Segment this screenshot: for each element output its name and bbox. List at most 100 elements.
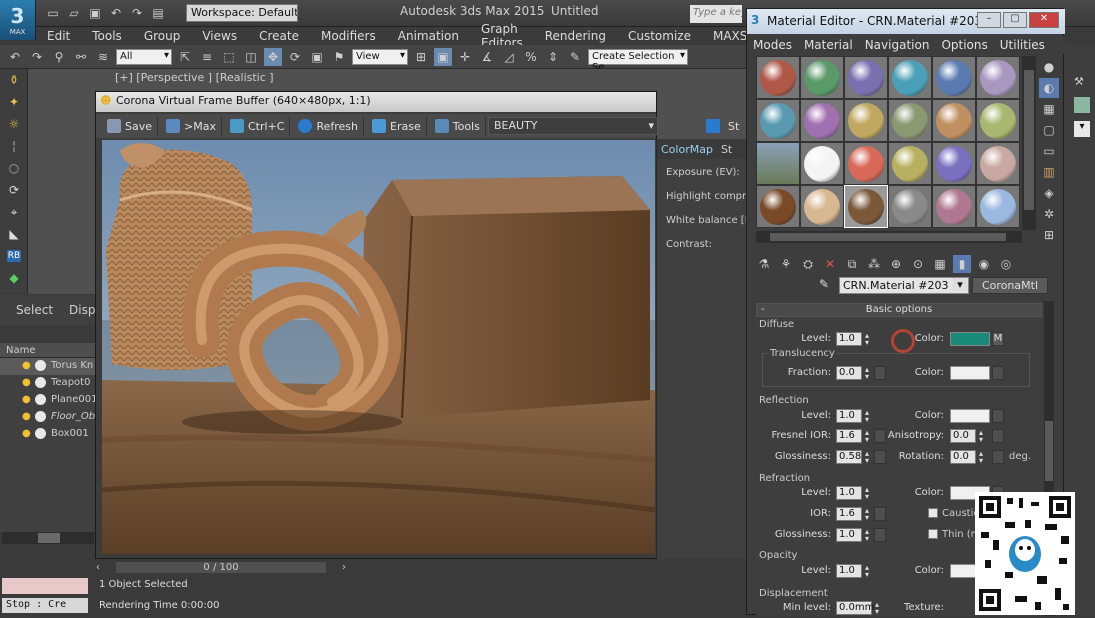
eyedropper-icon[interactable]: ✎ bbox=[819, 277, 835, 294]
material-slot[interactable] bbox=[756, 99, 800, 142]
erase-button[interactable]: Erase bbox=[367, 116, 427, 136]
refraction-level-spinner[interactable]: 1.0 bbox=[836, 486, 862, 500]
edit-named-selection-icon[interactable]: ✎ bbox=[566, 48, 584, 66]
color-toggle-icon[interactable] bbox=[706, 119, 720, 133]
spinner-arrows-icon[interactable]: ▴ ▾ bbox=[863, 409, 871, 424]
undo-icon[interactable]: ↶ bbox=[107, 4, 125, 22]
stats-tab-top[interactable]: St bbox=[728, 120, 739, 133]
menu-options[interactable]: Options bbox=[935, 38, 993, 52]
save-button[interactable]: Save bbox=[102, 116, 159, 136]
select-object-icon[interactable]: ⇱ bbox=[176, 48, 194, 66]
tab-select[interactable]: Select bbox=[0, 303, 61, 317]
light-bulb-icon[interactable]: ● bbox=[22, 377, 31, 388]
visibility-icon[interactable] bbox=[35, 411, 46, 422]
show-shaded-icon[interactable]: ▦ bbox=[931, 255, 949, 273]
stop-create-button[interactable]: Stop : Cre bbox=[2, 598, 88, 613]
material-slot[interactable] bbox=[844, 99, 888, 142]
new-file-icon[interactable]: ▭ bbox=[44, 4, 62, 22]
prev-frame-icon[interactable]: ‹ bbox=[96, 562, 116, 573]
scene-item[interactable]: ● Floor_Ob bbox=[0, 409, 96, 426]
percent-snap-icon[interactable]: % bbox=[522, 48, 540, 66]
close-button[interactable]: ✕ bbox=[1029, 12, 1059, 28]
material-slot[interactable] bbox=[932, 142, 976, 185]
menu-material[interactable]: Material bbox=[798, 38, 859, 52]
material-slot[interactable] bbox=[756, 142, 800, 185]
select-by-material-icon[interactable]: ✲ bbox=[1039, 204, 1059, 224]
menu-tools[interactable]: Tools bbox=[81, 29, 133, 43]
menu-modifiers[interactable]: Modifiers bbox=[310, 29, 387, 43]
get-material-icon[interactable]: ⚗ bbox=[755, 255, 773, 273]
chevron-down-icon[interactable]: ▾ bbox=[1074, 121, 1090, 137]
rect-selection-icon[interactable]: ⬚ bbox=[220, 48, 238, 66]
scene-item[interactable]: ● Box001 bbox=[0, 426, 96, 443]
fresnel-ior-spinner[interactable]: 1.6 bbox=[836, 429, 862, 443]
light-bulb-icon[interactable]: ● bbox=[22, 428, 31, 439]
reference-coord-dropdown[interactable]: View bbox=[352, 48, 408, 65]
select-move-icon[interactable]: ✥ bbox=[264, 47, 282, 66]
next-frame-icon[interactable]: › bbox=[326, 562, 346, 573]
spinner-arrows-icon[interactable]: ▴ ▾ bbox=[863, 564, 871, 579]
workspace-dropdown[interactable]: Workspace: Default bbox=[186, 4, 298, 22]
visibility-icon[interactable] bbox=[35, 377, 46, 388]
refraction-glossiness-map-button[interactable] bbox=[874, 528, 886, 542]
fraction-map-button[interactable] bbox=[874, 366, 886, 380]
send-to-max-button[interactable]: >Max bbox=[161, 116, 222, 136]
material-id-icon[interactable]: ⊙ bbox=[909, 255, 927, 273]
fraction-spinner[interactable]: 0.0 bbox=[836, 366, 862, 380]
material-slot[interactable] bbox=[800, 56, 844, 99]
time-slider[interactable]: ‹ 0 / 100 › bbox=[96, 560, 346, 574]
link-icon[interactable]: ⚲ bbox=[50, 48, 68, 66]
spinner-arrows-icon[interactable]: ▴ ▾ bbox=[873, 601, 881, 616]
background-icon[interactable]: ▦ bbox=[1039, 99, 1059, 119]
opacity-level-spinner[interactable]: 1.0 bbox=[836, 564, 862, 578]
translucency-color-swatch[interactable] bbox=[950, 366, 990, 380]
teapot-icon[interactable]: ⚱ bbox=[0, 69, 28, 91]
menu-customize[interactable]: Customize bbox=[617, 29, 702, 43]
material-slot[interactable] bbox=[844, 185, 888, 228]
sample-type-icon[interactable]: ● bbox=[1039, 57, 1059, 77]
video-color-check-icon[interactable]: ▭ bbox=[1039, 141, 1059, 161]
menu-group[interactable]: Group bbox=[133, 29, 192, 43]
save-icon[interactable]: ▣ bbox=[86, 4, 104, 22]
refresh-icon[interactable]: ⟳ bbox=[0, 179, 28, 201]
rotation-map-button[interactable] bbox=[992, 450, 1004, 464]
caustics-checkbox[interactable] bbox=[928, 508, 938, 518]
scene-item[interactable]: ● Plane001 bbox=[0, 392, 96, 409]
material-slot[interactable] bbox=[976, 99, 1020, 142]
material-slot[interactable] bbox=[756, 56, 800, 99]
material-slot[interactable] bbox=[932, 56, 976, 99]
material-slot[interactable] bbox=[844, 56, 888, 99]
spinner-arrows-icon[interactable]: ▴ ▾ bbox=[863, 507, 871, 522]
menu-create[interactable]: Create bbox=[248, 29, 310, 43]
menu-views[interactable]: Views bbox=[191, 29, 248, 43]
refraction-ior-spinner[interactable]: 1.6 bbox=[836, 507, 862, 521]
reset-map-icon[interactable]: ✕ bbox=[821, 255, 839, 273]
copy-button[interactable]: Ctrl+C bbox=[225, 116, 291, 136]
material-slot[interactable] bbox=[844, 142, 888, 185]
material-slot[interactable] bbox=[888, 142, 932, 185]
refraction-glossiness-spinner[interactable]: 1.0 bbox=[836, 528, 862, 542]
redo-icon[interactable]: ↷ bbox=[28, 48, 46, 66]
reflection-map-button[interactable] bbox=[992, 409, 1004, 423]
material-slot[interactable] bbox=[800, 185, 844, 228]
viewport-label[interactable]: [+] [Perspective ] [Realistic ] bbox=[115, 71, 274, 84]
tools-button[interactable]: Tools bbox=[430, 116, 486, 136]
select-rotate-icon[interactable]: ⟳ bbox=[286, 48, 304, 66]
put-to-scene-icon[interactable]: ⚘ bbox=[777, 255, 795, 273]
put-to-library-icon[interactable]: ⊕ bbox=[887, 255, 905, 273]
manipulate-icon[interactable]: ▣ bbox=[434, 47, 452, 66]
uv-tiling-icon[interactable]: ▢ bbox=[1039, 120, 1059, 140]
spinner-arrows-icon[interactable]: ▴ ▾ bbox=[977, 429, 985, 444]
select-scale-icon[interactable]: ▣ bbox=[308, 48, 326, 66]
gem-icon[interactable]: ◆ bbox=[0, 267, 28, 289]
angle-snap-icon[interactable]: ∡ bbox=[478, 48, 496, 66]
material-slot[interactable] bbox=[756, 185, 800, 228]
select-by-name-icon[interactable]: ≡ bbox=[198, 48, 216, 66]
hammer-icon[interactable]: ⚒ bbox=[1074, 75, 1090, 91]
maximize-button[interactable]: ▢ bbox=[1003, 12, 1027, 28]
go-to-parent-icon[interactable]: ◉ bbox=[975, 255, 993, 273]
material-map-navigator-icon[interactable]: ⊞ bbox=[1039, 225, 1059, 245]
anisotropy-spinner[interactable]: 0.0 bbox=[950, 429, 976, 443]
make-preview-icon[interactable]: ▥ bbox=[1039, 162, 1059, 182]
material-slot[interactable] bbox=[888, 185, 932, 228]
